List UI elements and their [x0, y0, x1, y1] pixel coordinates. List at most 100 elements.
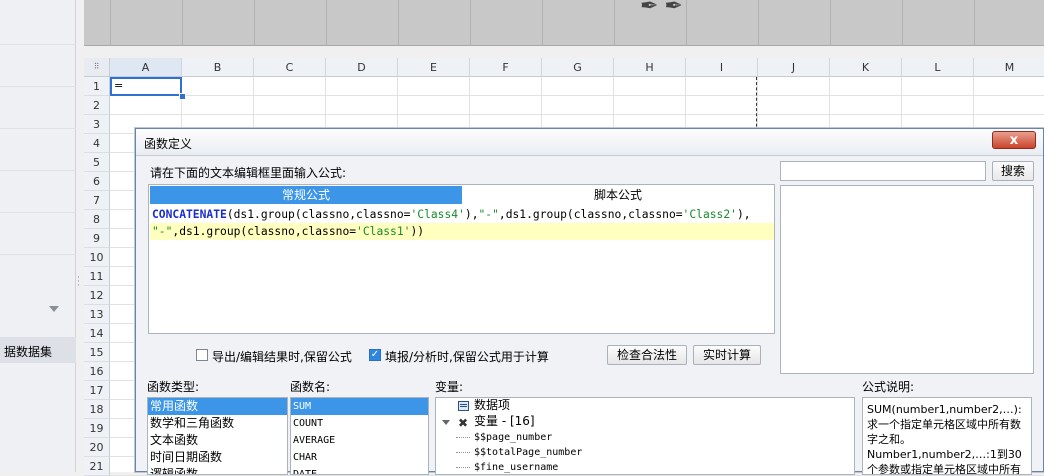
formula-editor[interactable]: 常规公式 脚本公式 CONCATENATE(ds1.group(classno,… [148, 184, 775, 334]
formula-function: CONCATENATE [152, 208, 227, 221]
close-icon: x [1009, 133, 1019, 148]
table-icon [458, 401, 469, 411]
variable-icon: ✖ [458, 416, 469, 430]
formula-part: ), [736, 208, 751, 221]
row-header[interactable]: 17 [84, 381, 110, 400]
column-header[interactable]: K [830, 58, 902, 77]
row-header[interactable]: 12 [84, 286, 110, 305]
header-column-line [614, 0, 615, 46]
search-button[interactable]: 搜索 [992, 161, 1034, 181]
row-header[interactable]: 10 [84, 248, 110, 267]
function-type-list[interactable]: 常用函数 数学和三角函数 文本函数 时间日期函数 逻辑函数 [147, 397, 288, 475]
column-header[interactable]: C [254, 58, 326, 77]
row-header[interactable]: 2 [84, 96, 110, 115]
select-all-corner[interactable]: ⠿ [84, 58, 110, 77]
search-input[interactable] [780, 161, 986, 181]
row-header[interactable]: 9 [84, 229, 110, 248]
dataset-label: 据数据集 [4, 345, 53, 359]
row-header[interactable]: 8 [84, 210, 110, 229]
fill-handle[interactable] [179, 93, 186, 100]
panel-divider [0, 212, 76, 213]
function-name-item[interactable]: AVERAGE [291, 432, 428, 449]
header-column-line [830, 0, 831, 46]
column-header[interactable]: B [182, 58, 254, 77]
formula-code[interactable]: CONCATENATE(ds1.group(classno,classno='C… [150, 206, 774, 242]
row-header[interactable]: 21 [84, 457, 110, 476]
column-header[interactable]: A [110, 58, 182, 77]
splitter-grip-icon[interactable]: · · · [77, 274, 80, 291]
row-header[interactable]: 13 [84, 305, 110, 324]
variables-heading: 变量: [435, 380, 464, 394]
panel-divider [0, 44, 76, 45]
grid-line [110, 95, 1044, 96]
expand-arrow-icon[interactable] [442, 420, 450, 425]
row-header[interactable]: 14 [84, 324, 110, 343]
formula-line-2: "-",ds1.group(classno,classno='Class1')) [150, 223, 774, 240]
row-header[interactable]: 6 [84, 172, 110, 191]
grid-line [110, 114, 1044, 115]
row-header[interactable]: 5 [84, 153, 110, 172]
column-header[interactable]: H [614, 58, 686, 77]
row-header[interactable]: 4 [84, 134, 110, 153]
variables-tree[interactable]: 数据项 ✖ 变量 - [16] $$page_number $$totalPag… [435, 397, 855, 475]
collapse-arrow-icon[interactable] [49, 306, 59, 312]
column-header[interactable]: G [542, 58, 614, 77]
row-header[interactable]: 19 [84, 419, 110, 438]
tree-item-data[interactable]: 数据项 [474, 398, 510, 413]
dataset-tab[interactable]: 据数据集 [0, 337, 76, 363]
row-header[interactable]: 15 [84, 343, 110, 362]
close-button[interactable]: x [992, 131, 1036, 149]
column-header[interactable]: L [902, 58, 974, 77]
function-type-item[interactable]: 数学和三角函数 [148, 415, 287, 432]
tree-item-variable[interactable]: $$page_number [474, 430, 552, 445]
tree-item-variables[interactable]: 变量 - [16] [474, 414, 535, 429]
function-name-item[interactable]: CHAR [291, 449, 428, 466]
column-header[interactable]: E [398, 58, 470, 77]
column-header[interactable]: M [974, 58, 1044, 77]
function-type-item[interactable]: 逻辑函数 [148, 466, 287, 474]
row-header[interactable]: 16 [84, 362, 110, 381]
keep-formula-fill-checkbox[interactable]: ✓ [369, 349, 381, 361]
tab-script-formula[interactable]: 脚本公式 [462, 186, 774, 204]
description-heading: 公式说明: [862, 380, 915, 394]
report-header-area: ✒✒ [84, 0, 1044, 46]
keep-formula-export-checkbox[interactable] [196, 349, 208, 361]
row-header[interactable]: 18 [84, 400, 110, 419]
formula-string: 'Class4' [410, 208, 465, 221]
panel-divider [0, 86, 76, 87]
function-name-item[interactable]: COUNT [291, 415, 428, 432]
row-header[interactable]: 20 [84, 438, 110, 457]
formula-part: (ds1.group(classno,classno= [226, 208, 411, 221]
row-header[interactable]: 11 [84, 267, 110, 286]
column-header[interactable]: F [470, 58, 542, 77]
row-header[interactable]: 1 [84, 77, 110, 96]
function-name-item[interactable]: SUM [291, 398, 428, 415]
dialog-title-bar[interactable]: 函数定义 x [136, 129, 1043, 156]
formula-part: ,ds1.group(classno,classno= [498, 208, 683, 221]
function-type-item[interactable]: 文本函数 [148, 432, 287, 449]
keep-formula-export-label: 导出/编辑结果时,保留公式 [212, 350, 352, 364]
formula-string: "-" [478, 208, 499, 221]
column-header[interactable]: J [758, 58, 830, 77]
search-results-panel[interactable] [780, 185, 1034, 374]
function-name-item[interactable]: DATE [291, 466, 428, 474]
header-column-line [182, 0, 183, 46]
keep-formula-fill-label: 填报/分析时,保留公式用于计算 [385, 350, 549, 364]
function-name-list[interactable]: SUM COUNT AVERAGE CHAR DATE [290, 397, 429, 475]
tree-item-variable[interactable]: $$totalPage_number [474, 445, 582, 460]
column-header[interactable]: I [686, 58, 758, 77]
function-type-item[interactable]: 时间日期函数 [148, 449, 287, 466]
column-header[interactable]: D [326, 58, 398, 77]
function-type-heading: 函数类型: [147, 380, 200, 394]
tab-normal-formula[interactable]: 常规公式 [150, 186, 462, 204]
tree-connector [456, 437, 470, 438]
header-column-line [470, 0, 471, 46]
row-header[interactable]: 7 [84, 191, 110, 210]
function-type-item[interactable]: 常用函数 [148, 398, 287, 415]
header-column-line [758, 0, 759, 46]
selected-cell[interactable]: = [110, 77, 182, 96]
realtime-calc-button[interactable]: 实时计算 [693, 345, 761, 365]
tree-item-variable[interactable]: $fine_username [474, 460, 558, 474]
row-header[interactable]: 3 [84, 115, 110, 134]
check-validity-button[interactable]: 检查合法性 [607, 345, 687, 365]
